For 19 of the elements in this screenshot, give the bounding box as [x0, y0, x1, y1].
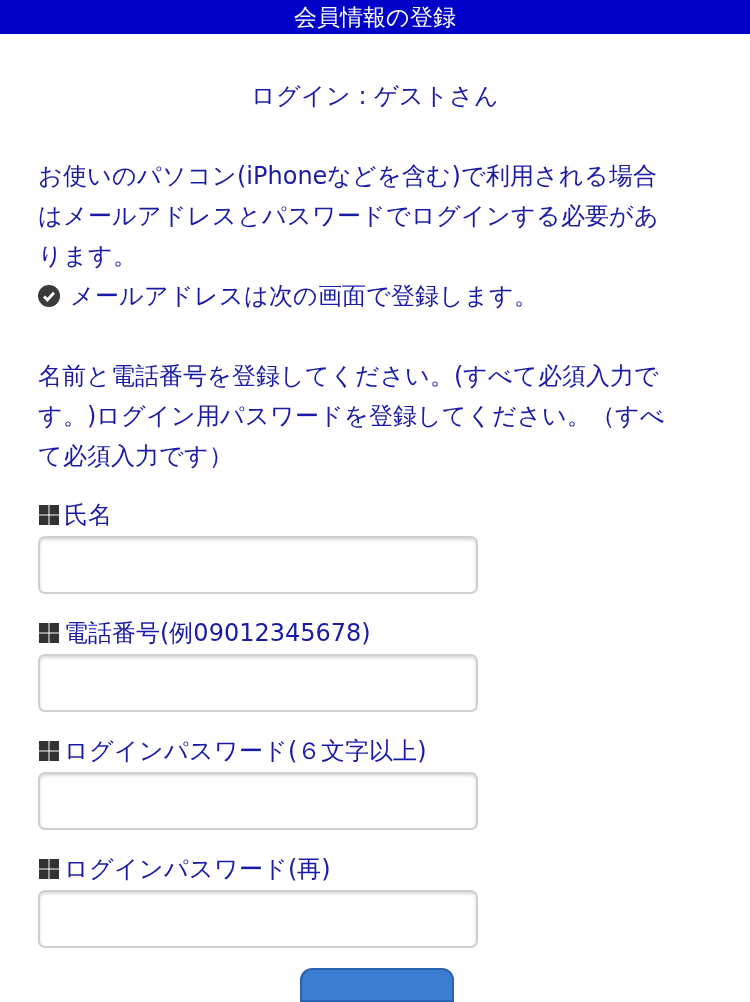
field-label: 氏名 [64, 500, 112, 531]
grid-icon [38, 504, 60, 526]
instructions-text: 名前と電話番号を登録してください。(すべて必須入力です。)ログイン用パスワードを登録してください。（すべて必須入力です） [38, 361, 667, 472]
input-field[interactable] [38, 654, 478, 712]
grid-icon [38, 622, 60, 644]
intro-text: お使いのパソコン(iPhoneなどを含む)で利用される場合はメールアドレスとパスワードでログインする必要があります。 [38, 161, 660, 272]
note-text: メールアドレスは次の画面で登録します。 [70, 281, 538, 312]
check-icon [38, 285, 60, 307]
input-field[interactable] [38, 772, 478, 830]
login-status: ログイン : ゲストさん [249, 81, 501, 112]
field-label: 電話番号(例09012345678) [64, 618, 371, 649]
field-label: ログインパスワード(再) [64, 854, 331, 885]
grid-icon [38, 740, 60, 762]
grid-icon [38, 858, 60, 880]
input-field[interactable] [38, 536, 478, 594]
field-label: ログインパスワード(６文字以上) [64, 736, 427, 767]
page-title: 会員情報の登録 [294, 2, 456, 32]
input-field[interactable] [38, 890, 478, 948]
submit-button[interactable] [300, 968, 454, 1002]
